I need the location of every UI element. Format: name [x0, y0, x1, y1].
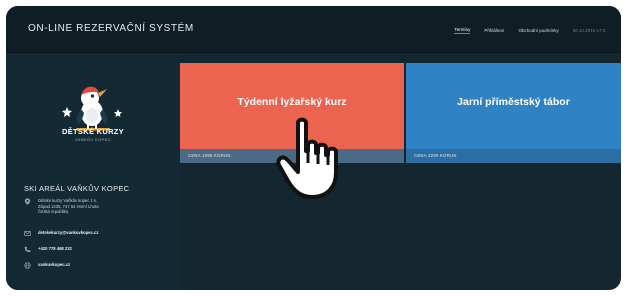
hand-pointer-icon: [276, 117, 338, 199]
area-name: SKI AREÁL VAŇKŮV KOPEC: [24, 184, 130, 193]
nav-prihlaseni[interactable]: Přihlášení: [484, 28, 504, 33]
address-line: Dětské kurzy Vaňkův kopec z.s.: [38, 198, 98, 203]
phone-icon: [24, 246, 31, 253]
website-row: vankuvkopec.cz: [24, 262, 70, 269]
tile-title: Týdenní lyžařský kurz: [237, 96, 347, 108]
website-link[interactable]: vankuvkopec.cz: [38, 262, 70, 268]
logo-title: DĚTSKÉ KURZY: [62, 127, 124, 136]
nav-obchodni-podminky[interactable]: Obchodní podmínky: [518, 28, 558, 33]
address-row: Dětské kurzy Vaňkův kopec z.s. Západ 123…: [24, 198, 99, 215]
envelope-icon: [24, 231, 31, 236]
tile-title: Jarní příměstský tábor: [457, 96, 570, 108]
app-window: ON-LINE REZERVAČNÍ SYSTÉM Termíny Přihlá…: [6, 6, 621, 290]
address-line: Česká republika: [38, 209, 69, 215]
globe-icon: [24, 262, 31, 269]
app-title: ON-LINE REZERVAČNÍ SYSTÉM: [28, 23, 194, 34]
phone-row: +420 778 468 232: [24, 246, 72, 253]
nav-terminy[interactable]: Termíny: [454, 27, 471, 34]
location-pin-icon: [24, 198, 31, 205]
header-date: 30.10.2019 17:5...: [572, 28, 609, 33]
tile-price: CENA 3290 KORUN: [406, 149, 621, 163]
sidebar: DĚTSKÉ KURZY VAŇKŮV KOPEC SKI AREÁL VAŇK…: [6, 53, 180, 290]
email-row: detskekurzy@vankuvkopec.cz: [24, 230, 98, 237]
address-block: Dětské kurzy Vaňkův kopec z.s. Západ 123…: [38, 198, 99, 215]
top-nav: Termíny Přihlášení Obchodní podmínky 30.…: [454, 27, 609, 34]
top-bar: ON-LINE REZERVAČNÍ SYSTÉM Termíny Přihlá…: [6, 6, 621, 53]
logo-subtitle: VAŇKŮV KOPEC: [74, 137, 112, 142]
email-link[interactable]: detskekurzy@vankuvkopec.cz: [38, 230, 98, 236]
course-tile-jarni-primestsky-tabor[interactable]: Jarní příměstský tábor CENA 3290 KORUN: [406, 63, 621, 163]
phone-number[interactable]: +420 778 468 232: [38, 246, 72, 252]
